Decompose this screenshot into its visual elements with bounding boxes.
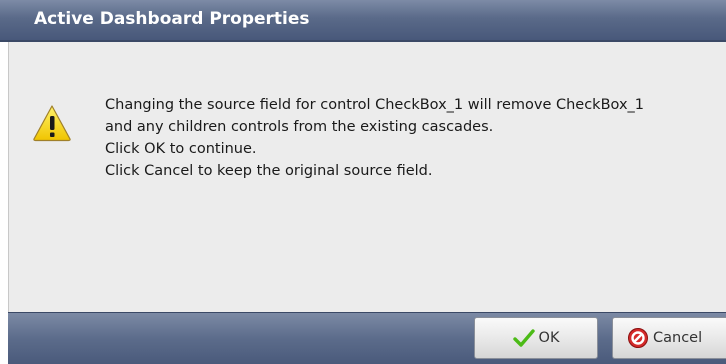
cancel-button-label: Cancel <box>653 330 703 346</box>
cancel-button[interactable]: Cancel <box>612 317 726 359</box>
cancel-icon <box>628 328 648 348</box>
ok-button[interactable]: OK <box>474 317 598 359</box>
message-line: Changing the source field for control Ch… <box>105 97 645 113</box>
message-line: Click OK to continue. <box>105 141 257 157</box>
dialog-window: Active Dashboard Properties Changing the… <box>0 0 726 364</box>
dialog-title: Active Dashboard Properties <box>34 9 310 29</box>
message-line: Click Cancel to keep the original source… <box>105 163 433 179</box>
warning-icon <box>33 105 71 142</box>
dialog-message: Changing the source field for control Ch… <box>105 94 726 182</box>
dialog-titlebar[interactable]: Active Dashboard Properties <box>0 0 726 42</box>
message-line: and any children controls from the exist… <box>105 119 494 135</box>
ok-button-label: OK <box>538 330 560 346</box>
checkmark-icon <box>512 329 535 347</box>
